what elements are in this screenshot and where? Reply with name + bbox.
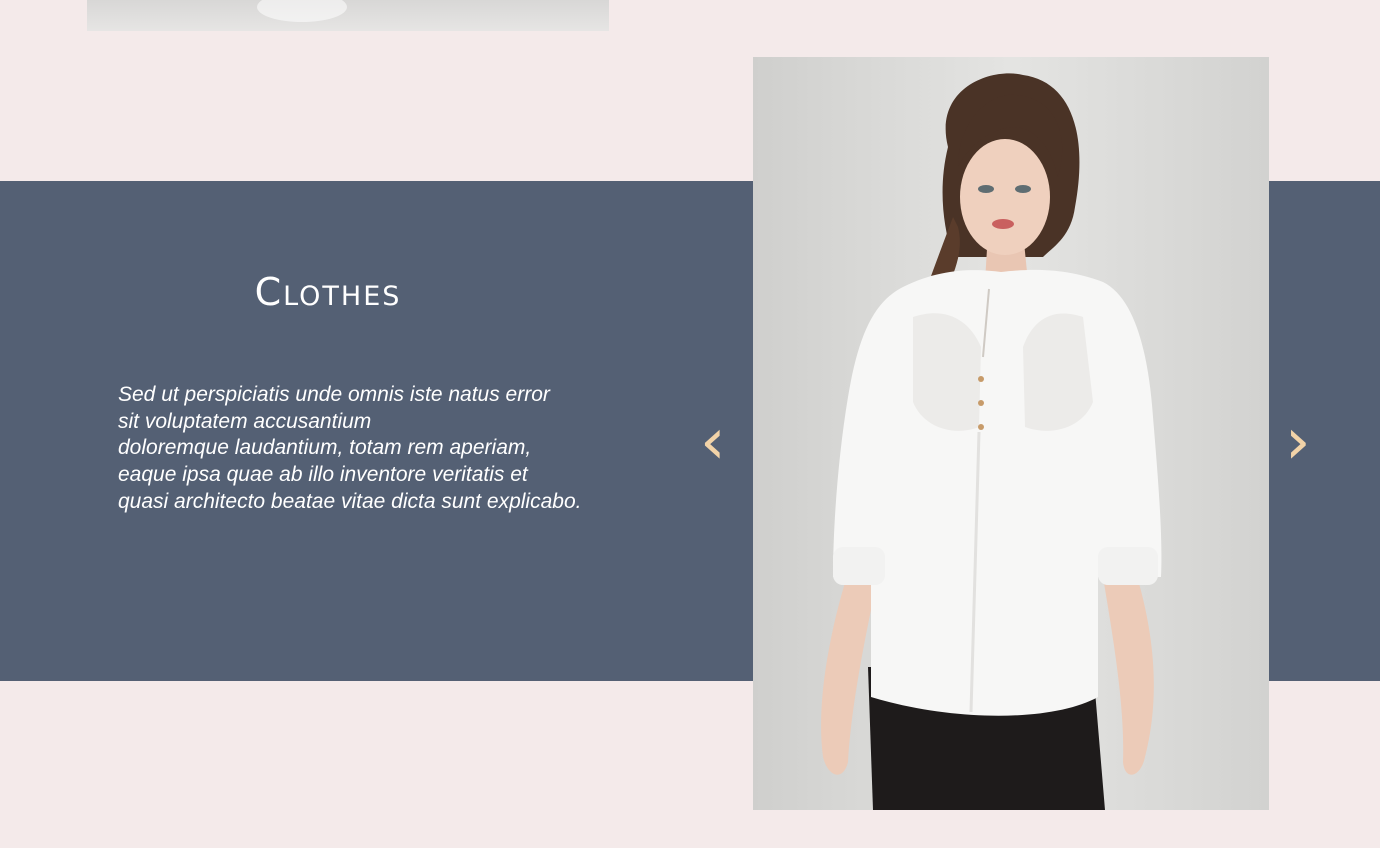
chevron-right-icon[interactable]: ›: [1285, 410, 1311, 474]
description-line: quasi architecto beatae vitae dicta sunt…: [118, 489, 582, 513]
model-illustration: [821, 73, 1162, 810]
description-line: eaque ipsa quae ab illo inventore verita…: [118, 463, 528, 487]
description-line: Sed ut perspiciatis unde omnis iste natu…: [118, 383, 550, 406]
previous-section-image: [87, 0, 609, 31]
section-title: Clothes: [254, 270, 402, 314]
section-description: Sed ut perspiciatis unde omnis iste natu…: [118, 382, 638, 516]
description-line: sit voluptatem accusantium: [118, 409, 372, 433]
chevron-left-icon[interactable]: ‹: [700, 410, 726, 474]
product-photo: [753, 57, 1269, 810]
description-line: doloremque laudantium, totam rem aperiam…: [118, 436, 532, 460]
